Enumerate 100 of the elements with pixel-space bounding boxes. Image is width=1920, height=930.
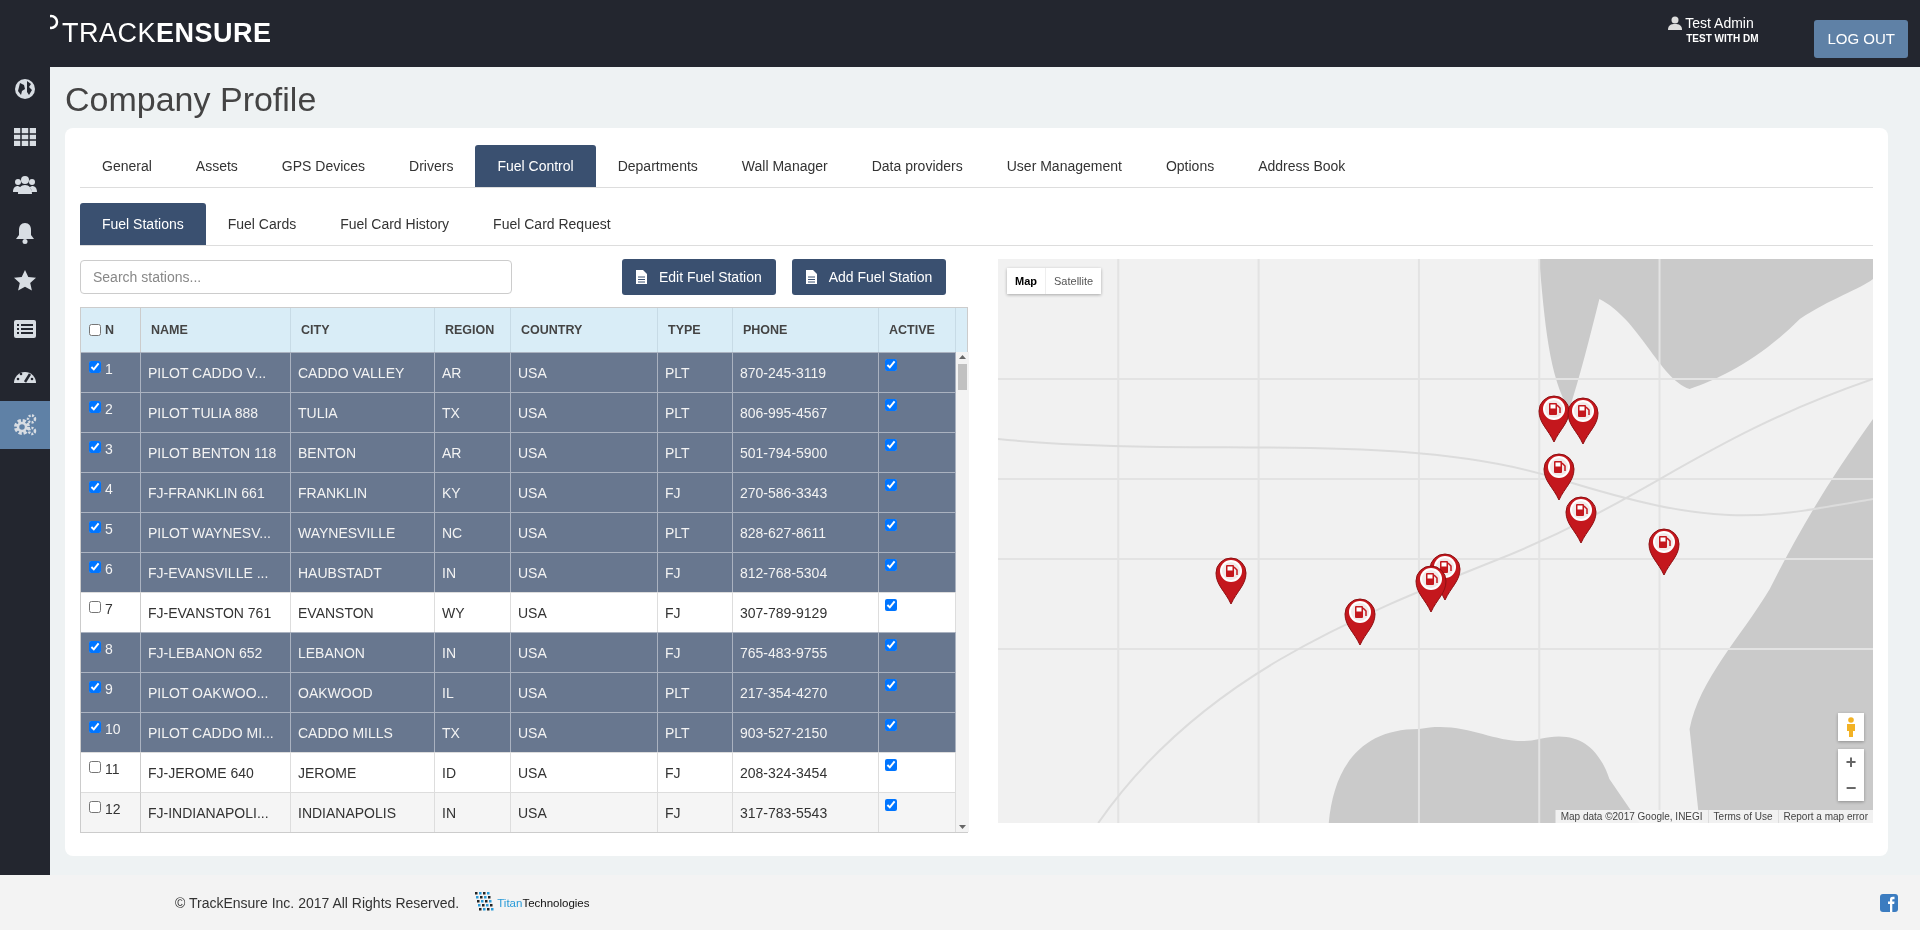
user-name: Test Admin (1685, 15, 1754, 31)
table-row[interactable]: 10 PILOT CADDO MI... CADDO MILLS TX USA PLT 903-527-2150 (81, 712, 956, 752)
table-cell: 1 (105, 361, 113, 377)
table-row[interactable]: 9 PILOT OAKWOO... OAKWOOD IL USA PLT 217-354-4270 (81, 672, 956, 712)
partner-logo-text[interactable]: TitanTechnologies (497, 896, 590, 909)
column-header[interactable]: ACTIVE (879, 308, 956, 352)
tab[interactable]: GPS Devices (259, 145, 388, 187)
search-field[interactable]: Search stations... (80, 260, 512, 294)
zoom-in-button[interactable]: + (1838, 749, 1864, 775)
facebook-icon[interactable] (1880, 893, 1898, 912)
tab[interactable]: Drivers (387, 145, 476, 187)
map-link[interactable]: Terms of Use (1707, 810, 1778, 823)
row-checkbox[interactable] (89, 761, 101, 773)
column-header[interactable]: COUNTRY (511, 308, 658, 352)
active-checkbox[interactable] (885, 799, 897, 811)
table-row[interactable]: 5 PILOT WAYNESV... WAYNESVILLE NC USA PLT 828-627-8611 (81, 512, 956, 552)
tab[interactable]: General (80, 145, 174, 187)
row-checkbox[interactable] (89, 641, 101, 653)
zoom-out-button[interactable]: − (1838, 775, 1864, 801)
row-checkbox[interactable] (89, 401, 101, 413)
logout-button[interactable]: LOG OUT (1814, 19, 1908, 58)
column-header[interactable]: CITY (291, 308, 435, 352)
map-link[interactable]: Report a map error (1777, 810, 1873, 823)
subtab[interactable]: Fuel Card Request (471, 203, 633, 245)
table-cell: FRANKLIN (291, 472, 435, 512)
tab[interactable]: Fuel Control (475, 145, 596, 187)
subtab[interactable]: Fuel Card History (318, 203, 472, 245)
active-checkbox[interactable] (885, 439, 897, 451)
fuel-pin-icon[interactable] (1214, 555, 1248, 605)
table-row[interactable]: 3 PILOT BENTON 118 BENTON AR USA PLT 501-794-5900 (81, 432, 956, 472)
active-checkbox[interactable] (885, 679, 897, 691)
table-cell: USA (511, 752, 658, 792)
table-cell: USA (511, 432, 658, 472)
subtab[interactable]: Fuel Cards (205, 203, 319, 245)
subtab[interactable]: Fuel Stations (80, 203, 206, 245)
table-row[interactable]: 11 FJ-JEROME 640 JEROME ID USA FJ 208-324-3454 (81, 752, 956, 792)
column-header: N (105, 323, 115, 337)
active-checkbox[interactable] (885, 599, 897, 611)
table-cell: IN (435, 552, 511, 592)
active-checkbox[interactable] (885, 359, 897, 371)
tab[interactable]: Wall Manager (719, 145, 850, 187)
row-checkbox[interactable] (89, 601, 101, 613)
scrollbar[interactable] (956, 352, 969, 832)
table-row[interactable]: 2 PILOT TULIA 888 TULIA TX USA PLT 806-995-4567 (81, 392, 956, 432)
dots-logo-icon (475, 891, 496, 914)
row-checkbox[interactable] (89, 801, 101, 813)
row-checkbox[interactable] (89, 521, 101, 533)
fuel-pin-icon[interactable] (1542, 451, 1576, 501)
column-header[interactable]: TYPE (658, 308, 733, 352)
map-type-button[interactable]: Map (1007, 268, 1046, 294)
fuel-pin-icon[interactable] (1414, 563, 1448, 613)
table-cell: AR (435, 352, 511, 392)
page-title: Company Profile (65, 79, 318, 120)
column-header[interactable]: REGION (435, 308, 511, 352)
active-checkbox[interactable] (885, 559, 897, 571)
table-cell: 4 (105, 481, 113, 497)
table-cell: USA (511, 472, 658, 512)
tab[interactable]: Options (1143, 145, 1237, 187)
row-checkbox[interactable] (89, 361, 101, 373)
tab[interactable]: Assets (173, 145, 260, 187)
table-cell: PILOT CADDO MI... (141, 712, 291, 752)
active-checkbox[interactable] (885, 759, 897, 771)
table-row[interactable]: 12 FJ-INDIANAPOLI... INDIANAPOLIS IN USA FJ 317-783-5543 (81, 792, 956, 832)
table-cell: PLT (658, 712, 733, 752)
table-cell: 3 (105, 441, 113, 457)
table-cell: CADDO MILLS (291, 712, 435, 752)
active-checkbox[interactable] (885, 639, 897, 651)
row-checkbox[interactable] (89, 481, 101, 493)
active-checkbox[interactable] (885, 479, 897, 491)
table-cell: NC (435, 512, 511, 552)
table-row[interactable]: 7 FJ-EVANSTON 761 EVANSTON WY USA FJ 307-789-9129 (81, 592, 956, 632)
active-checkbox[interactable] (885, 519, 897, 531)
table-row[interactable]: 1 PILOT CADDO V... CADDO VALLEY AR USA PLT 870-245-3119 (81, 352, 956, 392)
tab[interactable]: Data providers (849, 145, 985, 187)
table-row[interactable]: 8 FJ-LEBANON 652 LEBANON IN USA FJ 765-483-9755 (81, 632, 956, 672)
table-cell: 208-324-3454 (733, 752, 879, 792)
fuel-pin-icon[interactable] (1564, 494, 1598, 544)
table-row[interactable]: 6 FJ-EVANSVILLE ... HAUBSTADT IN USA FJ 812-768-5304 (81, 552, 956, 592)
row-checkbox[interactable] (89, 441, 101, 453)
column-header[interactable]: PHONE (733, 308, 879, 352)
fuel-pin-icon[interactable] (1537, 393, 1571, 443)
tab[interactable]: Address Book (1236, 145, 1368, 187)
table-row[interactable]: 4 FJ-FRANKLIN 661 FRANKLIN KY USA FJ 270-586-3343 (81, 472, 956, 512)
row-checkbox[interactable] (89, 721, 101, 733)
column-header[interactable]: NAME (141, 308, 291, 352)
row-checkbox[interactable] (89, 681, 101, 693)
tab[interactable]: User Management (984, 145, 1144, 187)
fuel-station-button[interactable]: Edit Fuel Station (622, 259, 776, 295)
table-cell: FJ-EVANSVILLE ... (141, 552, 291, 592)
fuel-pin-icon[interactable] (1566, 395, 1600, 445)
fuel-pin-icon[interactable] (1343, 596, 1377, 646)
select-all-checkbox[interactable] (89, 324, 101, 336)
fuel-station-button[interactable]: Add Fuel Station (791, 259, 947, 295)
active-checkbox[interactable] (885, 719, 897, 731)
row-checkbox[interactable] (89, 561, 101, 573)
fuel-pin-icon[interactable] (1647, 526, 1681, 576)
tab[interactable]: Departments (595, 145, 720, 187)
map-type-button[interactable]: Satellite (1046, 268, 1102, 294)
active-checkbox[interactable] (885, 399, 897, 411)
table-cell: 10 (105, 721, 121, 737)
